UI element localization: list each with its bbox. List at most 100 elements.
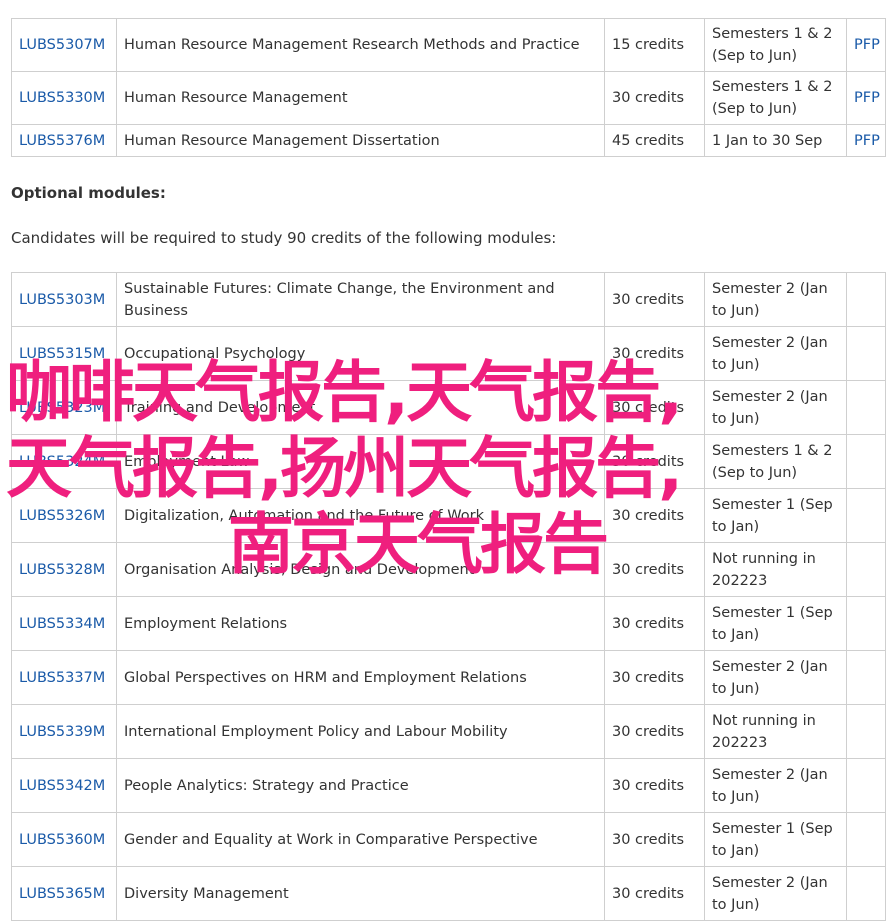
module-row: LUBS5365M Diversity Management 30 credits S… <box>11 866 886 921</box>
optional-modules-table: LUBS5303M Sustainable Futures: Climate Ch… <box>11 272 886 921</box>
module-code-cell: LUBS5342M <box>11 758 117 813</box>
module-credits: 30 credits <box>604 650 705 705</box>
compulsory-modules-table: LUBS5307M Human Resource Management Resea… <box>11 18 886 157</box>
module-title: Sustainable Futures: Climate Change, the… <box>116 272 605 327</box>
module-credits: 30 credits <box>604 380 705 435</box>
module-code-link[interactable]: LUBS5365M <box>19 886 105 902</box>
module-title: Training and Development <box>116 380 605 435</box>
module-code-link[interactable]: LUBS5360M <box>19 832 105 848</box>
module-extra-cell <box>846 812 886 867</box>
module-row: LUBS5307M Human Resource Management Resea… <box>11 18 886 72</box>
module-extra-cell <box>846 866 886 921</box>
module-row: LUBS5339M International Employment Policy… <box>11 704 886 759</box>
module-extra-cell <box>846 596 886 651</box>
module-row: LUBS5342M People Analytics: Strategy and … <box>11 758 886 813</box>
module-code-cell: LUBS5365M <box>11 866 117 921</box>
module-row: LUBS5323M Training and Development 30 cred… <box>11 380 886 435</box>
module-credits: 30 credits <box>604 488 705 543</box>
module-title: Employment Relations <box>116 596 605 651</box>
module-extra-cell <box>846 650 886 705</box>
module-extra-cell: PFP <box>846 71 886 125</box>
module-code-link[interactable]: LUBS5339M <box>19 724 105 740</box>
module-extra-cell <box>846 704 886 759</box>
module-extra-cell <box>846 434 886 489</box>
module-credits: 30 credits <box>604 704 705 759</box>
optional-modules-intro: Candidates will be required to study 90 … <box>11 229 557 247</box>
module-semester: Not running in 202223 <box>704 704 847 759</box>
module-extra-cell <box>846 542 886 597</box>
module-code-link[interactable]: LUBS5342M <box>19 778 105 794</box>
module-code-cell: LUBS5324M <box>11 434 117 489</box>
module-code-cell: LUBS5328M <box>11 542 117 597</box>
module-code-cell: LUBS5330M <box>11 71 117 125</box>
module-semester: Semester 2 (Jan to Jun) <box>704 326 847 381</box>
module-title: Employment Law <box>116 434 605 489</box>
module-row: LUBS5376M Human Resource Management Disse… <box>11 124 886 157</box>
module-title: Digitalization, Automation and the Futur… <box>116 488 605 543</box>
module-credits: 45 credits <box>604 124 705 157</box>
module-code-link[interactable]: LUBS5323M <box>19 400 105 416</box>
module-title: Diversity Management <box>116 866 605 921</box>
module-row: LUBS5360M Gender and Equality at Work in … <box>11 812 886 867</box>
module-extra-cell: PFP <box>846 124 886 157</box>
module-extra-cell <box>846 326 886 381</box>
module-row: LUBS5337M Global Perspectives on HRM and … <box>11 650 886 705</box>
module-code-cell: LUBS5323M <box>11 380 117 435</box>
module-title: Gender and Equality at Work in Comparati… <box>116 812 605 867</box>
module-credits: 30 credits <box>604 758 705 813</box>
module-semester: Semesters 1 & 2 (Sep to Jun) <box>704 71 847 125</box>
module-code-link[interactable]: LUBS5324M <box>19 454 105 470</box>
module-row: LUBS5328M Organisation Analysis, Design a… <box>11 542 886 597</box>
module-extra-cell <box>846 758 886 813</box>
module-semester: Semester 2 (Jan to Jun) <box>704 866 847 921</box>
module-code-link[interactable]: LUBS5307M <box>19 37 105 53</box>
module-code-link[interactable]: LUBS5303M <box>19 292 105 308</box>
module-code-cell: LUBS5376M <box>11 124 117 157</box>
module-code-cell: LUBS5334M <box>11 596 117 651</box>
module-credits: 30 credits <box>604 326 705 381</box>
module-title: International Employment Policy and Labo… <box>116 704 605 759</box>
pfp-link[interactable]: PFP <box>854 37 880 53</box>
module-code-cell: LUBS5315M <box>11 326 117 381</box>
module-code-link[interactable]: LUBS5315M <box>19 346 105 362</box>
module-credits: 30 credits <box>604 272 705 327</box>
module-title: Occupational Psychology <box>116 326 605 381</box>
module-credits: 15 credits <box>604 18 705 72</box>
module-title: Human Resource Management Dissertation <box>116 124 605 157</box>
module-semester: Semester 2 (Jan to Jun) <box>704 650 847 705</box>
module-credits: 30 credits <box>604 434 705 489</box>
module-extra-cell <box>846 488 886 543</box>
module-row: LUBS5303M Sustainable Futures: Climate Ch… <box>11 272 886 327</box>
module-title: Global Perspectives on HRM and Employmen… <box>116 650 605 705</box>
module-credits: 30 credits <box>604 866 705 921</box>
module-credits: 30 credits <box>604 596 705 651</box>
module-code-link[interactable]: LUBS5326M <box>19 508 105 524</box>
pfp-link[interactable]: PFP <box>854 133 880 149</box>
module-title: Human Resource Management <box>116 71 605 125</box>
module-code-link[interactable]: LUBS5330M <box>19 90 105 106</box>
module-title: Organisation Analysis, Design and Develo… <box>116 542 605 597</box>
module-semester: Semester 1 (Sep to Jan) <box>704 812 847 867</box>
module-code-link[interactable]: LUBS5376M <box>19 133 105 149</box>
module-row: LUBS5326M Digitalization, Automation and … <box>11 488 886 543</box>
module-row: LUBS5324M Employment Law 30 credits Semeste… <box>11 434 886 489</box>
module-semester: Semesters 1 & 2 (Sep to Jun) <box>704 18 847 72</box>
module-credits: 30 credits <box>604 812 705 867</box>
module-code-cell: LUBS5337M <box>11 650 117 705</box>
module-code-link[interactable]: LUBS5337M <box>19 670 105 686</box>
module-semester: Semester 2 (Jan to Jun) <box>704 758 847 813</box>
module-code-link[interactable]: LUBS5334M <box>19 616 105 632</box>
module-code-cell: LUBS5339M <box>11 704 117 759</box>
module-code-cell: LUBS5326M <box>11 488 117 543</box>
optional-modules-heading: Optional modules: <box>11 184 166 202</box>
module-semester: Semester 1 (Sep to Jan) <box>704 596 847 651</box>
module-semester: Semester 2 (Jan to Jun) <box>704 380 847 435</box>
module-extra-cell <box>846 380 886 435</box>
module-row: LUBS5334M Employment Relations 30 credits S… <box>11 596 886 651</box>
module-code-cell: LUBS5307M <box>11 18 117 72</box>
module-semester: Semester 1 (Sep to Jan) <box>704 488 847 543</box>
module-title: Human Resource Management Research Metho… <box>116 18 605 72</box>
module-code-link[interactable]: LUBS5328M <box>19 562 105 578</box>
module-row: LUBS5315M Occupational Psychology 30 credi… <box>11 326 886 381</box>
pfp-link[interactable]: PFP <box>854 90 880 106</box>
